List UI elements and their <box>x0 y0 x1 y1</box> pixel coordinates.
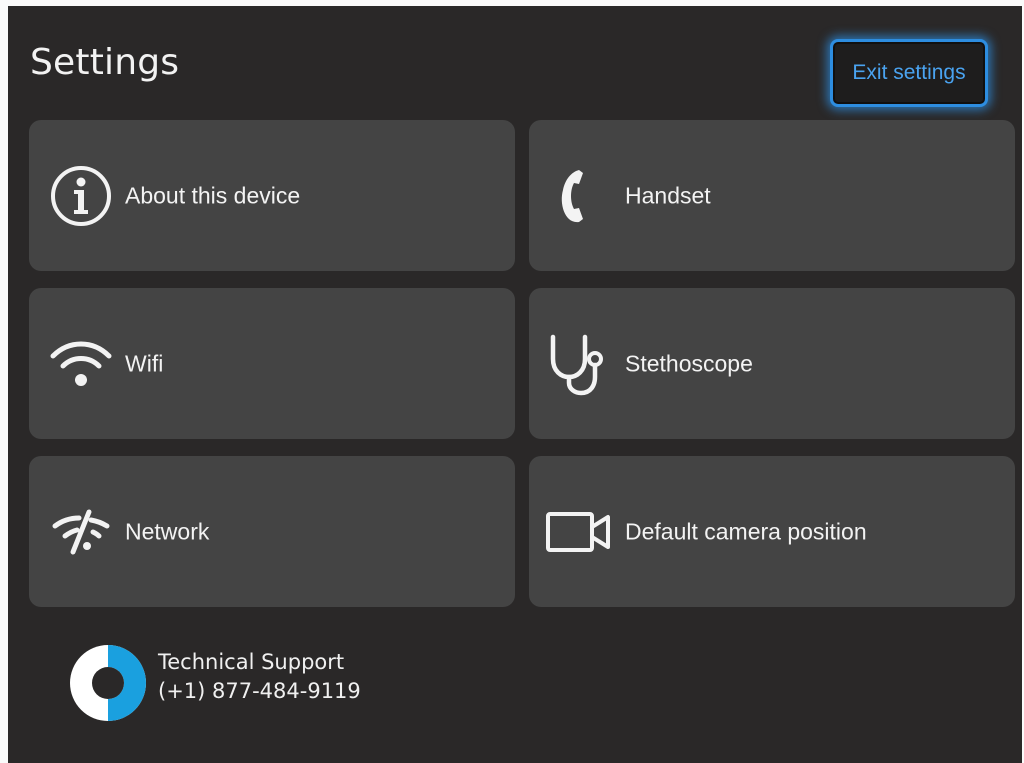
tile-label: Default camera position <box>625 518 867 544</box>
tile-label: Stethoscope <box>625 350 753 376</box>
network-disconnected-icon <box>49 500 113 564</box>
tile-stethoscope[interactable]: Stethoscope <box>529 288 1015 439</box>
support-title: Technical Support <box>158 650 345 674</box>
phone-handset-icon <box>553 164 593 228</box>
support-phone: (+1) 877-484-9119 <box>158 679 361 703</box>
tile-handset[interactable]: Handset <box>529 120 1015 271</box>
tile-label: Handset <box>625 182 711 208</box>
tile-label: Wifi <box>125 350 164 376</box>
settings-screen: Settings Exit settings About this device… <box>8 6 1022 763</box>
tile-network[interactable]: Network <box>29 456 515 607</box>
support-logo-icon <box>68 643 148 723</box>
tile-default-camera-position[interactable]: Default camera position <box>529 456 1015 607</box>
video-camera-icon <box>545 507 613 557</box>
support-text: Technical Support (+1) 877-484-9119 <box>158 648 361 706</box>
tile-about-this-device[interactable]: About this device <box>29 120 515 271</box>
exit-settings-button[interactable]: Exit settings <box>830 39 988 107</box>
tile-label: About this device <box>125 182 301 208</box>
tile-wifi[interactable]: Wifi <box>29 288 515 439</box>
stethoscope-icon <box>545 331 611 397</box>
page-title: Settings <box>30 42 180 83</box>
technical-support: Technical Support (+1) 877-484-9119 <box>68 643 361 723</box>
wifi-icon <box>49 332 113 396</box>
tile-label: Network <box>125 518 210 544</box>
info-icon <box>49 164 113 228</box>
